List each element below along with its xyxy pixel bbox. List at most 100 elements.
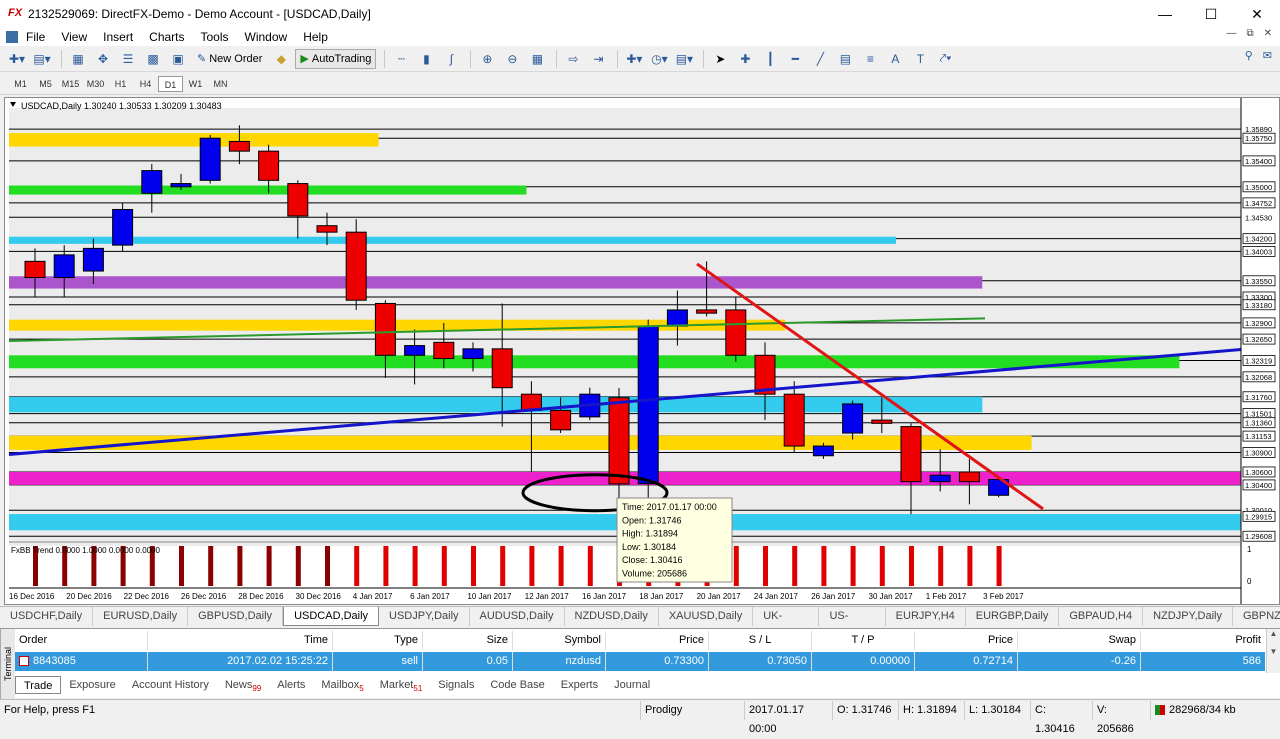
terminal-scrollbar[interactable]: ▲ ▼ [1266,629,1280,673]
terminal-tab-news[interactable]: News99 [217,676,269,694]
menu-window[interactable]: Window [237,30,296,44]
chat-icon[interactable]: ✉ [1263,49,1272,62]
trendline-icon[interactable]: ╱ [809,49,831,69]
table-row[interactable]: 8843085 2017.02.02 15:25:22 sell 0.05 nz… [15,652,1265,671]
date-tick-label: 10 Jan 2017 [467,592,512,601]
minimize-button[interactable]: — [1142,0,1188,28]
mdi-restore-icon[interactable]: ⧉ [1246,28,1253,39]
terminal-tab-experts[interactable]: Experts [553,676,606,694]
new-order-button[interactable]: ✎ New Order [192,49,267,69]
chart-tab[interactable]: EURUSD,Daily [93,607,189,626]
terminal-tab-trade[interactable]: Trade [15,676,62,694]
menu-charts[interactable]: Charts [141,30,192,44]
timeframe-m30[interactable]: M30 [83,76,108,92]
menu-help[interactable]: Help [295,30,336,44]
text-icon[interactable]: A [884,49,906,69]
menu-view[interactable]: View [53,30,95,44]
terminal-tab-journal[interactable]: Journal [606,676,658,694]
col-order[interactable]: Order [15,631,148,650]
search-icon[interactable]: ⚲ [1245,49,1253,62]
date-tick-label: 3 Feb 2017 [983,592,1024,601]
chart-tab[interactable]: GBPAUD,H4 [1059,607,1144,626]
col-swap[interactable]: Swap [1018,631,1141,650]
candle-body [812,445,834,457]
col-symbol[interactable]: Symbol [513,631,606,650]
timeframe-w1[interactable]: W1 [183,76,208,92]
menu-tools[interactable]: Tools [193,30,237,44]
chart-tab[interactable]: UK-OIL,Daily [753,607,820,641]
tile-windows-icon[interactable]: ▦ [526,49,548,69]
navigator-icon[interactable]: ✥ [92,49,114,69]
profiles-icon[interactable]: ▤▾ [31,49,53,69]
periods-icon[interactable]: ◷▾ [648,49,670,69]
timeframe-d1[interactable]: D1 [158,75,183,92]
order-id: 8843085 [15,652,148,671]
equidistant-channel-icon[interactable]: ▤ [834,49,856,69]
auto-scroll-icon[interactable]: ⇨ [562,49,584,69]
chart-shift-icon[interactable]: ⇥ [587,49,609,69]
maximize-button[interactable]: ☐ [1188,0,1234,28]
text-label-icon[interactable]: T [909,49,931,69]
menu-insert[interactable]: Insert [95,30,141,44]
col-tp[interactable]: T / P [812,631,915,650]
strategy-tester-icon[interactable]: ▣ [167,49,189,69]
terminal-icon[interactable]: ▩ [142,49,164,69]
timeframe-mn[interactable]: MN [208,76,233,92]
mdi-close-icon[interactable]: ✕ [1264,28,1272,39]
terminal-tab-market[interactable]: Market51 [372,676,431,694]
metaeditor-icon[interactable]: ◆ [270,49,292,69]
chart-tab[interactable]: US-OIL,Daily [819,607,886,641]
terminal-tab-mailbox[interactable]: Mailbox5 [313,676,371,694]
timeframe-h4[interactable]: H4 [133,76,158,92]
timeframe-m1[interactable]: M1 [8,76,33,92]
chart-tab[interactable]: GBPNZD,H4 [1233,607,1280,626]
line-chart-icon[interactable]: ∫ [440,49,462,69]
vertical-line-icon[interactable]: ┃ [759,49,781,69]
arrows-icon[interactable]: ⤤▾ [934,49,956,69]
col-price[interactable]: Price [606,631,709,650]
chart-tab[interactable]: USDCAD,Daily [283,607,380,626]
terminal-tab-signals[interactable]: Signals [430,676,482,694]
col-sl[interactable]: S / L [709,631,812,650]
chart-tab[interactable]: USDCHF,Daily [0,607,94,626]
col-size[interactable]: Size [423,631,513,650]
col-time[interactable]: Time [148,631,333,650]
close-button[interactable]: ✕ [1234,0,1280,28]
zoom-out-icon[interactable]: ⊖ [501,49,523,69]
chart-tab[interactable]: AUDUSD,Daily [470,607,565,626]
market-watch-icon[interactable]: ▦ [67,49,89,69]
timeframe-m15[interactable]: M15 [58,76,83,92]
menu-file[interactable]: File [18,30,53,44]
candlestick-icon[interactable]: ▮ [415,49,437,69]
horizontal-line-icon[interactable]: ━ [784,49,806,69]
terminal-tab-exposure[interactable]: Exposure [61,676,123,694]
chart-tab[interactable]: USDJPY,Daily [379,607,470,626]
chart-tab[interactable]: NZDJPY,Daily [1143,607,1233,626]
mdi-minimize-icon[interactable]: — [1226,28,1236,39]
chart-tab[interactable]: EURJPY,H4 [886,607,966,626]
timeframe-h1[interactable]: H1 [108,76,133,92]
zoom-in-icon[interactable]: ⊕ [476,49,498,69]
indicators-icon[interactable]: ✚▾ [623,49,645,69]
fibonacci-icon[interactable]: ≡ [859,49,881,69]
terminal-tab-account-history[interactable]: Account History [124,676,217,694]
new-chart-icon[interactable]: ✚▾ [6,49,28,69]
terminal-tab-code-base[interactable]: Code Base [482,676,552,694]
crosshair-icon[interactable]: ✚ [734,49,756,69]
data-window-icon[interactable]: ☰ [117,49,139,69]
chart-window[interactable]: USDCAD,Daily 1.30240 1.30533 1.30209 1.3… [4,97,1280,605]
templates-icon[interactable]: ▤▾ [673,49,695,69]
chart-tab[interactable]: NZDUSD,Daily [565,607,659,626]
chart-tab[interactable]: GBPUSD,Daily [188,607,284,626]
col-type[interactable]: Type [333,631,423,650]
timeframe-m5[interactable]: M5 [33,76,58,92]
col-profit[interactable]: Profit [1141,631,1265,650]
chart-tab[interactable]: EURGBP,Daily [966,607,1060,626]
col-current-price[interactable]: Price [915,631,1018,650]
bar-chart-icon[interactable]: ┄ [390,49,412,69]
cursor-icon[interactable]: ➤ [709,49,731,69]
price-chart[interactable]: USDCAD,Daily 1.30240 1.30533 1.30209 1.3… [5,98,1279,604]
terminal-tab-alerts[interactable]: Alerts [269,676,313,694]
chart-tab[interactable]: XAUUSD,Daily [659,607,754,626]
autotrading-button[interactable]: ▶ AutoTrading [295,48,377,69]
